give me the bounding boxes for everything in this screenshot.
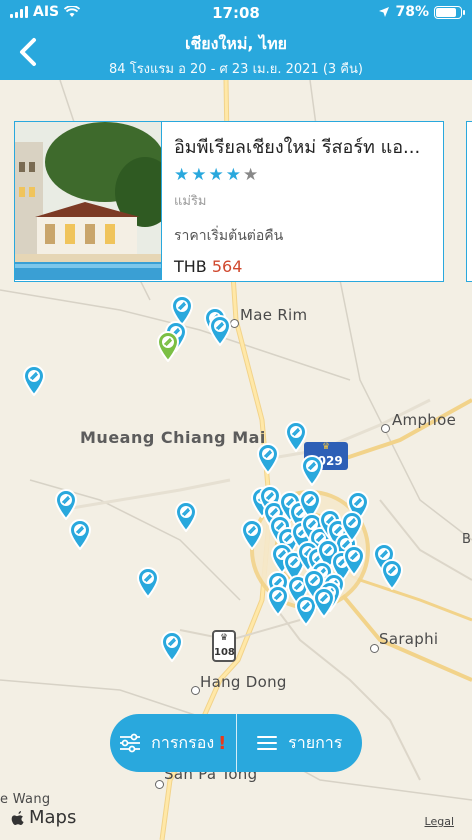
route-badge-108: ♛ 108: [212, 630, 236, 662]
bottom-action-bar: การกรอง ! รายการ: [110, 714, 362, 772]
status-bar: AIS 17:08 78%: [0, 0, 472, 26]
hotel-pin[interactable]: [266, 584, 290, 616]
next-hotel-card[interactable]: [466, 121, 472, 282]
hotel-pin[interactable]: [284, 420, 308, 452]
place-mueang-chiang-mai: Mueang Chiang Mai: [80, 428, 266, 447]
hotel-price: THB 564: [174, 257, 431, 276]
place-mae-rim: Mae Rim: [240, 306, 308, 324]
star-icon: ★: [174, 165, 190, 185]
star-icon: ★: [208, 165, 224, 185]
place-dot: [155, 780, 164, 789]
hotel-card[interactable]: อิมพีเรียลเชียงใหม่ รีสอร์ท แอ... ★ ★ ★ …: [14, 121, 444, 282]
map-view[interactable]: อิมพีเรียลเชียงใหม่ รีสอร์ท แอ... ★ ★ ★ …: [0, 80, 472, 840]
list-label: รายการ: [288, 732, 343, 752]
page-title: เชียงใหม่, ไทย: [184, 34, 288, 53]
battery-icon: [434, 5, 465, 19]
star-icon: ★: [225, 165, 241, 185]
price-amount: 564: [211, 257, 243, 276]
list-button[interactable]: รายการ: [237, 714, 363, 772]
list-icon: [257, 736, 278, 750]
hotel-pin[interactable]: [380, 558, 404, 590]
hotel-pin[interactable]: [54, 488, 78, 520]
star-rating: ★ ★ ★ ★ ★: [174, 167, 431, 184]
hotel-pin[interactable]: [68, 518, 92, 550]
place-saraphi: Saraphi: [379, 630, 439, 648]
hotel-pin[interactable]: [240, 518, 264, 550]
search-summary: 84 โรงแรม อ 20 - ศ 23 เม.ย. 2021 (3 คืน): [109, 62, 363, 77]
place-dot: [191, 686, 200, 695]
place-dot: [370, 644, 379, 653]
hotel-pin[interactable]: [208, 314, 232, 346]
place-edge: B: [462, 532, 472, 547]
filter-alert-icon: !: [218, 732, 227, 754]
location-arrow-icon: [379, 7, 390, 17]
hotel-pin[interactable]: [340, 510, 364, 542]
hotel-pin[interactable]: [22, 364, 46, 396]
price-currency: THB: [174, 257, 207, 276]
selected-hotel-pin[interactable]: [156, 330, 180, 362]
hotel-name: อิมพีเรียลเชียงใหม่ รีสอร์ท แอ...: [174, 137, 421, 158]
hotel-pin[interactable]: [174, 500, 198, 532]
place-hang-dong: Hang Dong: [200, 673, 287, 691]
hotel-pin[interactable]: [300, 454, 324, 486]
star-empty-icon: ★: [243, 165, 259, 185]
legal-link[interactable]: Legal: [425, 815, 454, 828]
filter-label: การกรอง: [151, 732, 215, 752]
apple-logo-icon: [11, 810, 24, 825]
filter-button[interactable]: การกรอง !: [110, 714, 236, 772]
hotel-pin[interactable]: [312, 586, 336, 618]
hotel-photo: [15, 122, 162, 280]
hotel-pin[interactable]: [256, 442, 280, 474]
battery-percent: 78%: [395, 4, 429, 20]
place-amphoe: Amphoe: [392, 411, 457, 429]
star-icon: ★: [191, 165, 207, 185]
filter-sliders-icon: [120, 733, 141, 753]
hotel-pin[interactable]: [136, 566, 160, 598]
hotel-pin[interactable]: [160, 630, 184, 662]
apple-maps-logo: Maps: [10, 807, 76, 828]
header: เชียงใหม่, ไทย 84 โรงแรม อ 20 - ศ 23 เม.…: [0, 26, 472, 80]
hotel-pin[interactable]: [342, 544, 366, 576]
place-wang: e Wang: [0, 792, 51, 807]
price-label: ราคาเริ่มต้นต่อคืน: [174, 228, 284, 244]
hotel-area: แม่ริม: [174, 194, 207, 209]
place-dot: [381, 424, 390, 433]
